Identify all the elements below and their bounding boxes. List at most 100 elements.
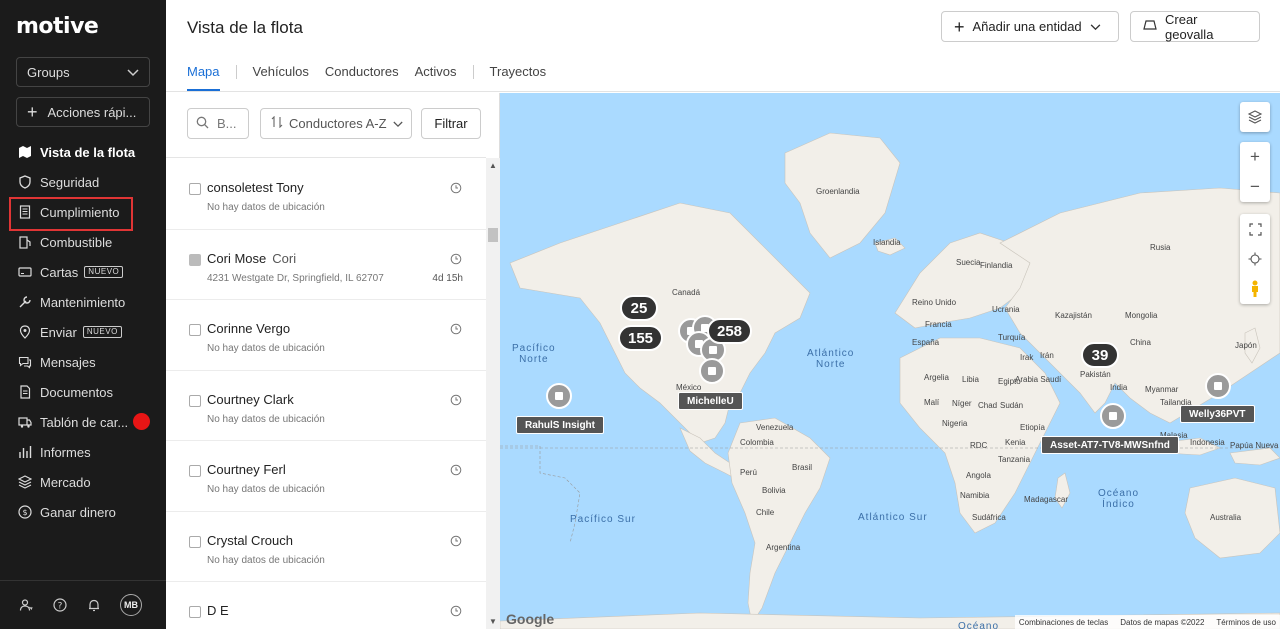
vehicle-cluster[interactable]: 39 — [1081, 342, 1119, 368]
ocean-label: Atlántico Norte — [807, 348, 855, 370]
tab-assets[interactable]: Activos — [415, 64, 457, 89]
map-label: Brasil — [792, 463, 813, 472]
driver-name: Cori Mose Cori — [207, 250, 297, 266]
driver-name: Crystal Crouch — [207, 532, 293, 548]
vehicle-pin[interactable] — [546, 383, 572, 409]
driver-location: 4231 Westgate Dr, Springfield, IL 62707 — [207, 272, 384, 284]
sidebar-item-marketplace[interactable]: Mercado — [0, 467, 166, 497]
load-board-icon — [18, 415, 32, 429]
vehicle-cluster[interactable]: 25 — [620, 295, 658, 321]
sidebar-item-documents[interactable]: Documentos — [0, 377, 166, 407]
map-label: Angola — [966, 471, 991, 480]
row-checkbox[interactable] — [189, 606, 201, 618]
sidebar-item-compliance[interactable]: Cumplimiento — [0, 197, 166, 227]
vehicle-pin[interactable] — [1100, 403, 1126, 429]
layers-icon[interactable] — [1240, 102, 1270, 132]
vehicle-pin[interactable] — [699, 358, 725, 384]
map-label: Malí — [924, 398, 940, 407]
map-data-text: Datos de mapas ©2022 — [1120, 617, 1205, 627]
map-zoom-control: + − — [1240, 142, 1270, 202]
vehicle-label[interactable]: RahulS Insight — [516, 416, 604, 434]
sidebar-item-reports[interactable]: Informes — [0, 437, 166, 467]
sidebar-item-maintenance[interactable]: Mantenimiento — [0, 287, 166, 317]
driver-name: consoletest Tony — [207, 180, 304, 195]
locate-icon[interactable] — [1240, 244, 1270, 274]
zoom-in-icon[interactable]: + — [1240, 142, 1270, 172]
terms-link[interactable]: Términos de uso — [1216, 618, 1276, 627]
search-input[interactable]: B... — [187, 108, 249, 139]
tab-trips[interactable]: Trayectos — [490, 64, 547, 89]
row-checkbox[interactable] — [189, 324, 201, 336]
add-entity-button[interactable]: + Añadir una entidad — [941, 11, 1119, 42]
driver-location: No hay datos de ubicación — [207, 202, 325, 213]
filter-button[interactable]: Filtrar — [421, 108, 481, 139]
vehicle-pin[interactable] — [1205, 373, 1231, 399]
vehicle-cluster[interactable]: 258 — [707, 318, 753, 344]
keyboard-shortcuts-link[interactable]: Combinaciones de teclas — [1019, 618, 1108, 627]
list-item[interactable]: Courtney Ferl No hay datos de ubicación — [166, 441, 486, 512]
sidebar-item-label: Cumplimiento — [40, 204, 120, 220]
street-view-icon[interactable] — [1240, 274, 1270, 304]
svg-text:$: $ — [22, 508, 27, 517]
bell-icon[interactable] — [86, 597, 102, 613]
tab-map[interactable]: Mapa — [187, 64, 220, 91]
users-icon[interactable] — [18, 597, 34, 613]
page-header: Vista de la flota + Añadir una entidad C… — [166, 0, 1280, 92]
sidebar-item-safety[interactable]: Seguridad — [0, 167, 166, 197]
tab-drivers[interactable]: Conductores — [325, 64, 399, 89]
zoom-out-icon[interactable]: − — [1240, 172, 1270, 202]
add-entity-label: Añadir una entidad — [972, 19, 1082, 34]
list-item[interactable]: consoletest Tony No hay datos de ubicaci… — [166, 159, 486, 230]
sidebar-item-dispatch[interactable]: Enviar NUEVO — [0, 317, 166, 347]
messages-icon — [18, 355, 32, 369]
vehicle-label[interactable]: Welly36PVT — [1180, 405, 1255, 423]
row-checkbox[interactable] — [189, 394, 201, 407]
tab-divider — [235, 65, 237, 79]
vehicle-cluster[interactable]: 155 — [618, 325, 664, 351]
row-checkbox[interactable] — [189, 253, 201, 266]
sidebar-item-fuel[interactable]: Combustible — [0, 227, 166, 257]
scroll-thumb[interactable] — [488, 228, 498, 242]
motive-logo[interactable]: motive — [16, 14, 99, 39]
tab-vehicles[interactable]: Vehículos — [253, 64, 309, 89]
sidebar-item-messages[interactable]: Mensajes — [0, 347, 166, 377]
map-label: Francia — [925, 320, 952, 329]
map-label: Argentina — [766, 543, 801, 552]
groups-dropdown[interactable]: Groups — [16, 57, 150, 87]
sort-label: Conductores A-Z — [289, 116, 387, 131]
list-item[interactable]: Crystal Crouch No hay datos de ubicación — [166, 512, 486, 582]
create-geofence-button[interactable]: Crear geovalla — [1130, 11, 1260, 42]
avatar[interactable]: MB — [120, 594, 142, 616]
reports-icon — [18, 445, 32, 459]
list-item[interactable]: D E — [166, 582, 486, 629]
vehicle-label[interactable]: Asset-AT7-TV8-MWSnfnd — [1041, 436, 1179, 454]
vehicle-label[interactable]: MichelleU — [678, 392, 743, 410]
scroll-up-icon[interactable]: ▲ — [489, 161, 497, 170]
driver-list: consoletest Tony No hay datos de ubicaci… — [166, 159, 486, 629]
sidebar-item-cards[interactable]: Cartas NUEVO — [0, 257, 166, 287]
sort-dropdown[interactable]: Conductores A-Z — [260, 108, 412, 139]
quick-actions-button[interactable]: + Acciones rápi... — [16, 97, 150, 127]
sidebar-item-earn-money[interactable]: $ Ganar dinero — [0, 497, 166, 527]
row-checkbox[interactable] — [189, 535, 201, 548]
list-item[interactable]: Courtney Clark No hay datos de ubicación — [166, 371, 486, 441]
document-icon — [18, 205, 32, 219]
fleet-map[interactable]: Groenlandia Islandia Canadá México Venez… — [500, 93, 1280, 629]
row-checkbox[interactable] — [189, 465, 201, 477]
view-tabs: Mapa Vehículos Conductores Activos Traye… — [187, 64, 562, 91]
fullscreen-icon[interactable] — [1240, 214, 1270, 244]
scroll-down-icon[interactable]: ▼ — [489, 617, 497, 626]
row-checkbox[interactable] — [189, 183, 201, 195]
list-item[interactable]: Cori Mose Cori 4231 Westgate Dr, Springfi… — [166, 230, 486, 300]
map-label: India — [1110, 383, 1128, 392]
list-scrollbar[interactable]: ▲ ▼ — [486, 158, 500, 629]
sidebar-item-fleet-view[interactable]: Vista de la flota — [0, 137, 166, 167]
list-item[interactable]: Corinne Vergo No hay datos de ubicación — [166, 300, 486, 371]
map-label: Libia — [962, 375, 979, 384]
map-view-control — [1240, 214, 1270, 304]
help-icon[interactable]: ? — [52, 597, 68, 613]
map-label: Reino Unido — [912, 298, 957, 307]
map-label: Rusia — [1150, 243, 1171, 252]
ocean-label: Océano Índico — [1098, 488, 1140, 510]
map-label: Nigeria — [942, 419, 968, 428]
